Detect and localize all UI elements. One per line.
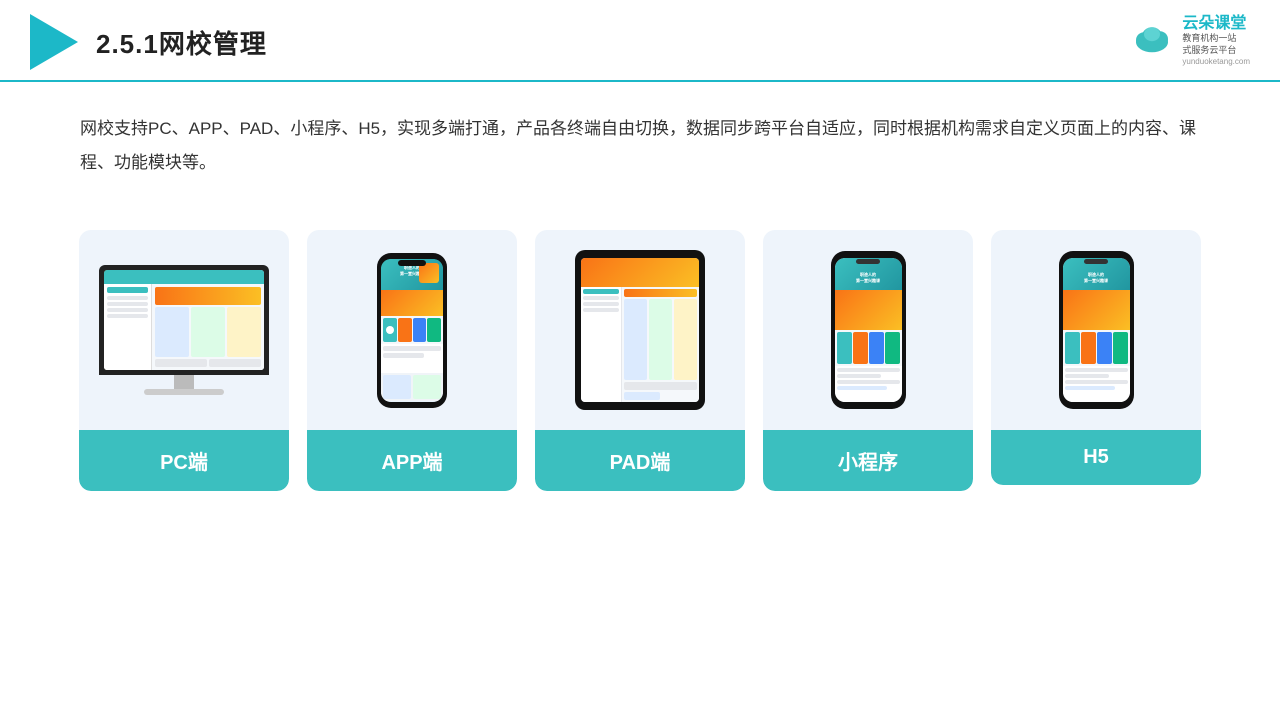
brand-sub: yunduoketang.com	[1182, 57, 1250, 66]
h5-phone-screen: 职途人的第一堂兴趣课	[1063, 258, 1130, 402]
h5-card: 职途人的第一堂兴趣课	[991, 230, 1201, 485]
h5-image-area: 职途人的第一堂兴趣课	[991, 230, 1201, 430]
page-title: 2.5.1网校管理	[96, 24, 267, 61]
app-phone-mockup: 职途人的第一堂兴趣课	[377, 253, 447, 408]
pc-mockup	[97, 265, 272, 395]
app-label: APP端	[307, 430, 517, 491]
mini-phone-screen: 职途人的第一堂兴趣课	[835, 258, 902, 402]
app-image-area: 职途人的第一堂兴趣课	[307, 230, 517, 430]
cards-container: PC端 职途人的第一堂兴趣课	[0, 210, 1280, 511]
brand-text: 云朵课堂 教育机构一站 式服务云平台 yunduoketang.com	[1182, 14, 1250, 66]
pc-image-area	[79, 230, 289, 430]
mini-image-area: 职途人的第一堂兴趣课	[763, 230, 973, 430]
h5-label: H5	[991, 430, 1201, 485]
brand-slogan: 教育机构一站 式服务云平台	[1182, 33, 1250, 56]
brand-logo: 云朵课堂 教育机构一站 式服务云平台 yunduoketang.com	[1130, 14, 1250, 66]
mini-phone-mockup: 职途人的第一堂兴趣课	[831, 251, 906, 409]
description-text: 网校支持PC、APP、PAD、小程序、H5，实现多端打通，产品各终端自由切换，数…	[80, 112, 1200, 180]
mini-phone-notch	[856, 259, 880, 264]
pc-card: PC端	[79, 230, 289, 491]
tablet-screen	[581, 258, 699, 402]
logo-triangle	[30, 14, 78, 70]
pc-label: PC端	[79, 430, 289, 491]
brand-icon	[1130, 22, 1174, 58]
brand-name: 云朵课堂	[1182, 14, 1250, 33]
description: 网校支持PC、APP、PAD、小程序、H5，实现多端打通，产品各终端自由切换，数…	[0, 82, 1280, 200]
pad-label: PAD端	[535, 430, 745, 491]
phone-notch	[398, 260, 426, 266]
mini-card: 职途人的第一堂兴趣课	[763, 230, 973, 491]
pad-tablet-mockup	[575, 250, 705, 410]
h5-phone-notch	[1084, 259, 1108, 264]
pad-image-area	[535, 230, 745, 430]
mini-label: 小程序	[763, 430, 973, 491]
pad-card: PAD端	[535, 230, 745, 491]
top-bar: 2.5.1网校管理 云朵课堂 教育机构一站 式服务云平台 yunduoketan…	[0, 0, 1280, 82]
h5-phone-mockup: 职途人的第一堂兴趣课	[1059, 251, 1134, 409]
phone-screen: 职途人的第一堂兴趣课	[381, 259, 443, 402]
app-card: 职途人的第一堂兴趣课	[307, 230, 517, 491]
